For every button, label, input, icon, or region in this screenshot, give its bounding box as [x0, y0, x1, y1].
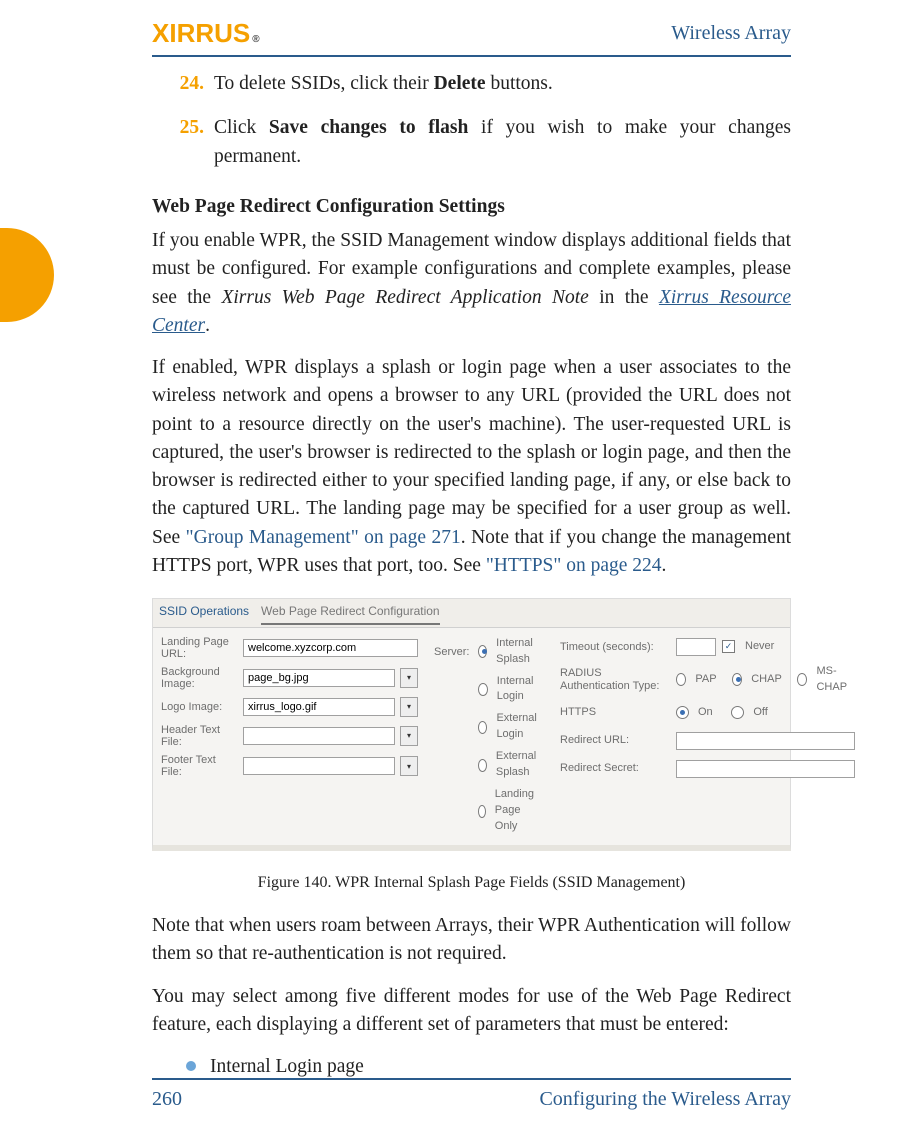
mschap-radio[interactable] — [797, 673, 807, 686]
https-off-radio[interactable] — [731, 706, 744, 719]
redirect-url-input[interactable] — [676, 732, 855, 750]
step-text: To delete SSIDs, click their Delete butt… — [214, 70, 791, 98]
server-landing-only-radio[interactable] — [478, 805, 486, 818]
footer-text-label: Footer Text File: — [161, 754, 237, 778]
footer-section: Configuring the Wireless Array — [539, 1088, 791, 1111]
step-number: 24. — [152, 70, 204, 98]
logo-image-label: Logo Image: — [161, 701, 237, 713]
section-heading: Web Page Redirect Configuration Settings — [152, 193, 791, 221]
footer-text-input[interactable] — [243, 757, 395, 775]
step-25: 25. Click Save changes to flash if you w… — [152, 114, 791, 171]
intro-paragraph-1: If you enable WPR, the SSID Management w… — [152, 227, 791, 340]
https-link[interactable]: "HTTPS" on page 224 — [486, 555, 662, 576]
figure-caption: Figure 140. WPR Internal Splash Page Fie… — [152, 871, 791, 894]
side-tab-indicator — [0, 228, 54, 322]
redirect-url-label: Redirect URL: — [560, 734, 670, 746]
roam-paragraph: Note that when users roam between Arrays… — [152, 912, 791, 969]
radius-auth-label: RADIUS Authentication Type: — [560, 667, 670, 691]
https-label: HTTPS — [560, 706, 670, 718]
header-product-name: Wireless Array — [671, 22, 791, 45]
bullet-dot-icon — [186, 1061, 196, 1071]
step-text: Click Save changes to flash if you wish … — [214, 114, 791, 171]
header-text-input[interactable] — [243, 727, 395, 745]
server-internal-splash-radio[interactable] — [478, 645, 487, 658]
dropdown-icon[interactable]: ▾ — [400, 668, 418, 688]
landing-url-input[interactable] — [243, 639, 418, 657]
server-external-splash-radio[interactable] — [478, 759, 487, 772]
timeout-input[interactable] — [676, 638, 716, 656]
dropdown-icon[interactable]: ▾ — [400, 756, 418, 776]
config-screenshot: SSID Operations Web Page Redirect Config… — [152, 598, 791, 851]
pap-radio[interactable] — [676, 673, 686, 686]
brand-logo: XIRRUS® — [152, 18, 260, 49]
tab-ssid-operations[interactable]: SSID Operations — [159, 603, 249, 624]
landing-url-label: Landing Page URL: — [161, 636, 237, 660]
header-text-label: Header Text File: — [161, 724, 237, 748]
redirect-secret-input[interactable] — [676, 760, 855, 778]
intro-paragraph-2: If enabled, WPR displays a splash or log… — [152, 354, 791, 580]
logo-image-input[interactable] — [243, 698, 395, 716]
modes-paragraph: You may select among five different mode… — [152, 983, 791, 1040]
chap-radio[interactable] — [732, 673, 742, 686]
background-image-label: Background Image: — [161, 666, 237, 690]
logo-text: XIRRUS — [152, 18, 250, 49]
registered-mark: ® — [252, 34, 259, 45]
step-24: 24. To delete SSIDs, click their Delete … — [152, 70, 791, 98]
server-label: Server: — [434, 646, 472, 658]
page-number: 260 — [152, 1088, 182, 1111]
redirect-secret-label: Redirect Secret: — [560, 762, 670, 774]
step-number: 25. — [152, 114, 204, 171]
never-checkbox[interactable]: ✓ — [722, 640, 735, 653]
server-external-login-radio[interactable] — [478, 721, 487, 734]
dropdown-icon[interactable]: ▾ — [400, 726, 418, 746]
tab-wpr-config[interactable]: Web Page Redirect Configuration — [261, 603, 440, 624]
https-on-radio[interactable] — [676, 706, 689, 719]
timeout-label: Timeout (seconds): — [560, 641, 670, 653]
background-image-input[interactable] — [243, 669, 395, 687]
dropdown-icon[interactable]: ▾ — [400, 697, 418, 717]
server-internal-login-radio[interactable] — [478, 683, 488, 696]
group-management-link[interactable]: "Group Management" on page 271 — [186, 527, 461, 548]
